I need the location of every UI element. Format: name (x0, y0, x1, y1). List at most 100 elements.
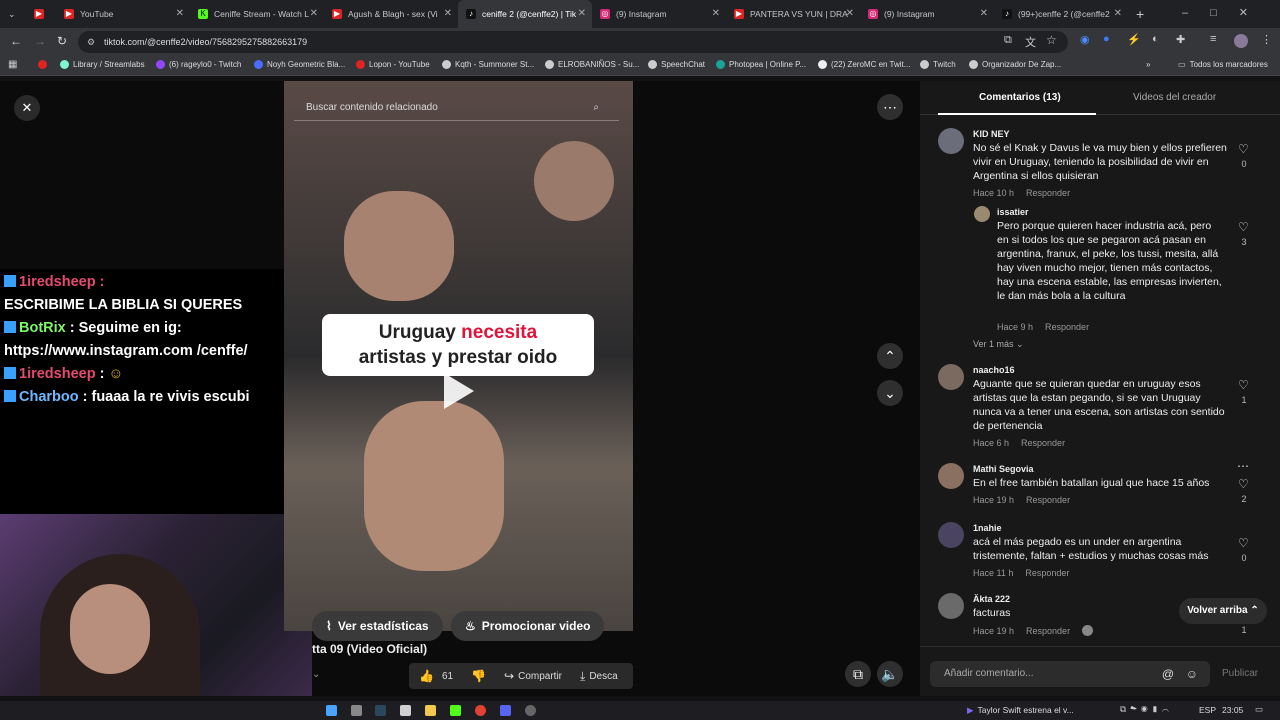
close-icon[interactable]: ✕ (444, 8, 452, 19)
tab-search-button[interactable]: ⌄ (0, 0, 26, 28)
collapse-icon[interactable]: ⌄ (312, 669, 320, 680)
close-icon[interactable]: ✕ (578, 8, 586, 19)
comment-author[interactable]: naacho16 (973, 365, 1015, 375)
close-icon[interactable]: ✕ (980, 8, 988, 19)
tab-7[interactable]: ♪ (99+)cenffe 2 (@cenffe2 ✕ (994, 0, 1128, 28)
reload-icon[interactable]: ↻ (57, 34, 67, 48)
extension-icon[interactable]: ◐ (1152, 33, 1159, 45)
avatar[interactable] (974, 206, 990, 222)
pinned-tab[interactable]: ▶ (26, 0, 56, 28)
bookmark-9[interactable]: Twitch (920, 60, 956, 69)
bookmark-7[interactable]: Photopea | Online P... (716, 60, 806, 69)
new-tab-button[interactable]: + (1128, 0, 1158, 28)
apps-grid-icon[interactable]: ▦ (8, 59, 17, 70)
menu-kebab-icon[interactable]: ⋮ (1261, 33, 1272, 46)
reply-button[interactable]: Responder (1045, 322, 1089, 332)
comment-author[interactable]: Äkta 222 (973, 594, 1010, 604)
tab-comments[interactable]: Comentarios (13) (979, 92, 1061, 103)
search-icon[interactable]: ⌕ (593, 95, 599, 121)
extensions-puzzle-icon[interactable]: ✚ (1176, 33, 1185, 46)
notifications-icon[interactable]: ▭ (1255, 704, 1263, 715)
tab-creator-videos[interactable]: Videos del creador (1133, 92, 1216, 103)
bookmark-3[interactable]: Lopon - YouTube (356, 60, 430, 69)
close-icon[interactable]: ✕ (176, 8, 184, 19)
avatar[interactable] (1234, 34, 1248, 48)
bookmark-10[interactable]: Organizador De Zap... (969, 60, 1061, 69)
obs-icon[interactable] (525, 705, 536, 716)
reply-button[interactable]: Responder (1026, 188, 1070, 198)
add-comment-input[interactable]: Añadir comentario... @ ☺ (930, 661, 1210, 687)
news-widget[interactable]: ▶ Taylor Swift estrena el v... (967, 705, 1074, 716)
emoji-icon[interactable]: ☺ (1186, 661, 1198, 687)
avatar[interactable] (938, 593, 964, 619)
heart-icon[interactable]: ♡ (1238, 220, 1249, 234)
heart-icon[interactable]: ♡ (1238, 536, 1249, 550)
extension-icon[interactable]: ● (1103, 33, 1110, 45)
like-icon[interactable]: 👍 (419, 669, 434, 683)
close-icon[interactable]: ✕ (1114, 8, 1122, 19)
view-stats-button[interactable]: ⌇ Ver estadísticas (312, 611, 443, 641)
share-icon[interactable]: ↪ (504, 669, 514, 683)
avatar[interactable] (938, 522, 964, 548)
bookmark-6[interactable]: SpeechChat (648, 60, 705, 69)
publish-button[interactable]: Publicar (1222, 668, 1258, 679)
back-icon[interactable]: ← (10, 34, 22, 48)
discord-icon[interactable] (500, 705, 511, 716)
close-icon[interactable]: ✕ (712, 8, 720, 19)
close-icon[interactable]: ✕ (310, 8, 318, 19)
bookmark-8[interactable]: (22) ZeroMC en Twit... (818, 60, 910, 69)
view-more-replies[interactable]: Ver 1 más ⌄ (973, 339, 1024, 350)
site-info-icon[interactable]: ⚙ (87, 31, 95, 53)
volume-icon[interactable]: 🔈 (877, 661, 903, 687)
more-options-icon[interactable]: ⋯ (877, 94, 903, 120)
comment-author[interactable]: KID NEY (973, 129, 1010, 139)
bookmark-youtube[interactable] (38, 60, 51, 69)
previous-video-icon[interactable]: ⌃ (877, 343, 903, 369)
bookmark-1[interactable]: (6) rageylo0 - Twitch (156, 60, 241, 69)
chrome-icon[interactable] (475, 705, 486, 716)
install-app-icon[interactable]: ⧉ (1004, 34, 1012, 47)
more-bookmarks-icon[interactable]: » (1146, 60, 1150, 69)
reply-button[interactable]: Responder (1026, 495, 1070, 505)
download-icon[interactable]: ⤓ (580, 669, 585, 684)
forward-icon[interactable]: → (34, 34, 46, 48)
all-bookmarks[interactable]: ▭ Todos los marcadores (1178, 60, 1268, 69)
share-button[interactable]: Compartir (518, 671, 562, 682)
bookmark-2[interactable]: Noyh Geometric Bla... (254, 60, 345, 69)
extension-icon[interactable]: ◉ (1080, 33, 1090, 46)
close-icon[interactable]: ✕ (14, 95, 40, 121)
mini-player-icon[interactable]: ⧉ (845, 661, 871, 687)
bookmark-4[interactable]: Kqth - Summoner St... (442, 60, 534, 69)
related-search-input[interactable]: Buscar contenido relacionado ⌕ (294, 95, 619, 121)
promote-video-button[interactable]: ♨ Promocionar video (451, 611, 605, 641)
translate-icon[interactable]: 文 (1025, 34, 1036, 50)
clock[interactable]: 23:05 (1222, 705, 1243, 715)
system-tray-icons[interactable]: ⧉☁◉▮⌒ (1120, 704, 1173, 715)
more-options-icon[interactable]: ⋯ (1237, 459, 1249, 473)
avatar[interactable] (938, 463, 964, 489)
url-bar[interactable]: ⚙ tiktok.com/@cenffe2/video/7568295275882… (78, 31, 1068, 53)
tab-2[interactable]: ▶ Agush & Blagh - sex (Vi ✕ (324, 0, 458, 28)
tab-0[interactable]: ▶ YouTube ✕ (56, 0, 190, 28)
next-video-icon[interactable]: ⌄ (877, 380, 903, 406)
reply-button[interactable]: Responder (1026, 626, 1070, 636)
taskview-icon[interactable] (351, 705, 362, 716)
comment-author[interactable]: 1nahie (973, 523, 1002, 533)
start-icon[interactable] (326, 705, 337, 716)
heart-icon[interactable]: ♡ (1238, 378, 1249, 392)
heart-icon[interactable]: ♡ (1238, 477, 1249, 491)
video-player[interactable]: Buscar contenido relacionado ⌕ Uruguay ne… (284, 81, 633, 631)
reply-button[interactable]: Responder (1025, 568, 1069, 578)
play-icon[interactable] (444, 373, 474, 409)
tab-4[interactable]: ◎ (9) Instagram ✕ (592, 0, 726, 28)
download-button[interactable]: Desca (589, 671, 617, 682)
back-to-top-button[interactable]: Volver arriba ⌃ (1179, 598, 1267, 624)
explorer-icon[interactable] (400, 705, 411, 716)
bookmark-5[interactable]: ELROBANIÑOS - Su... (545, 60, 639, 69)
comment-author[interactable]: Mathi Segovia (973, 464, 1034, 474)
star-icon[interactable]: ☆ (1046, 33, 1057, 47)
app-icon[interactable] (450, 705, 461, 716)
tab-1[interactable]: K Ceniffe Stream - Watch L ✕ (190, 0, 324, 28)
tab-5[interactable]: ▶ PANTERA VS YUN | DRA ✕ (726, 0, 860, 28)
media-icon[interactable]: ≡ (1210, 33, 1216, 45)
